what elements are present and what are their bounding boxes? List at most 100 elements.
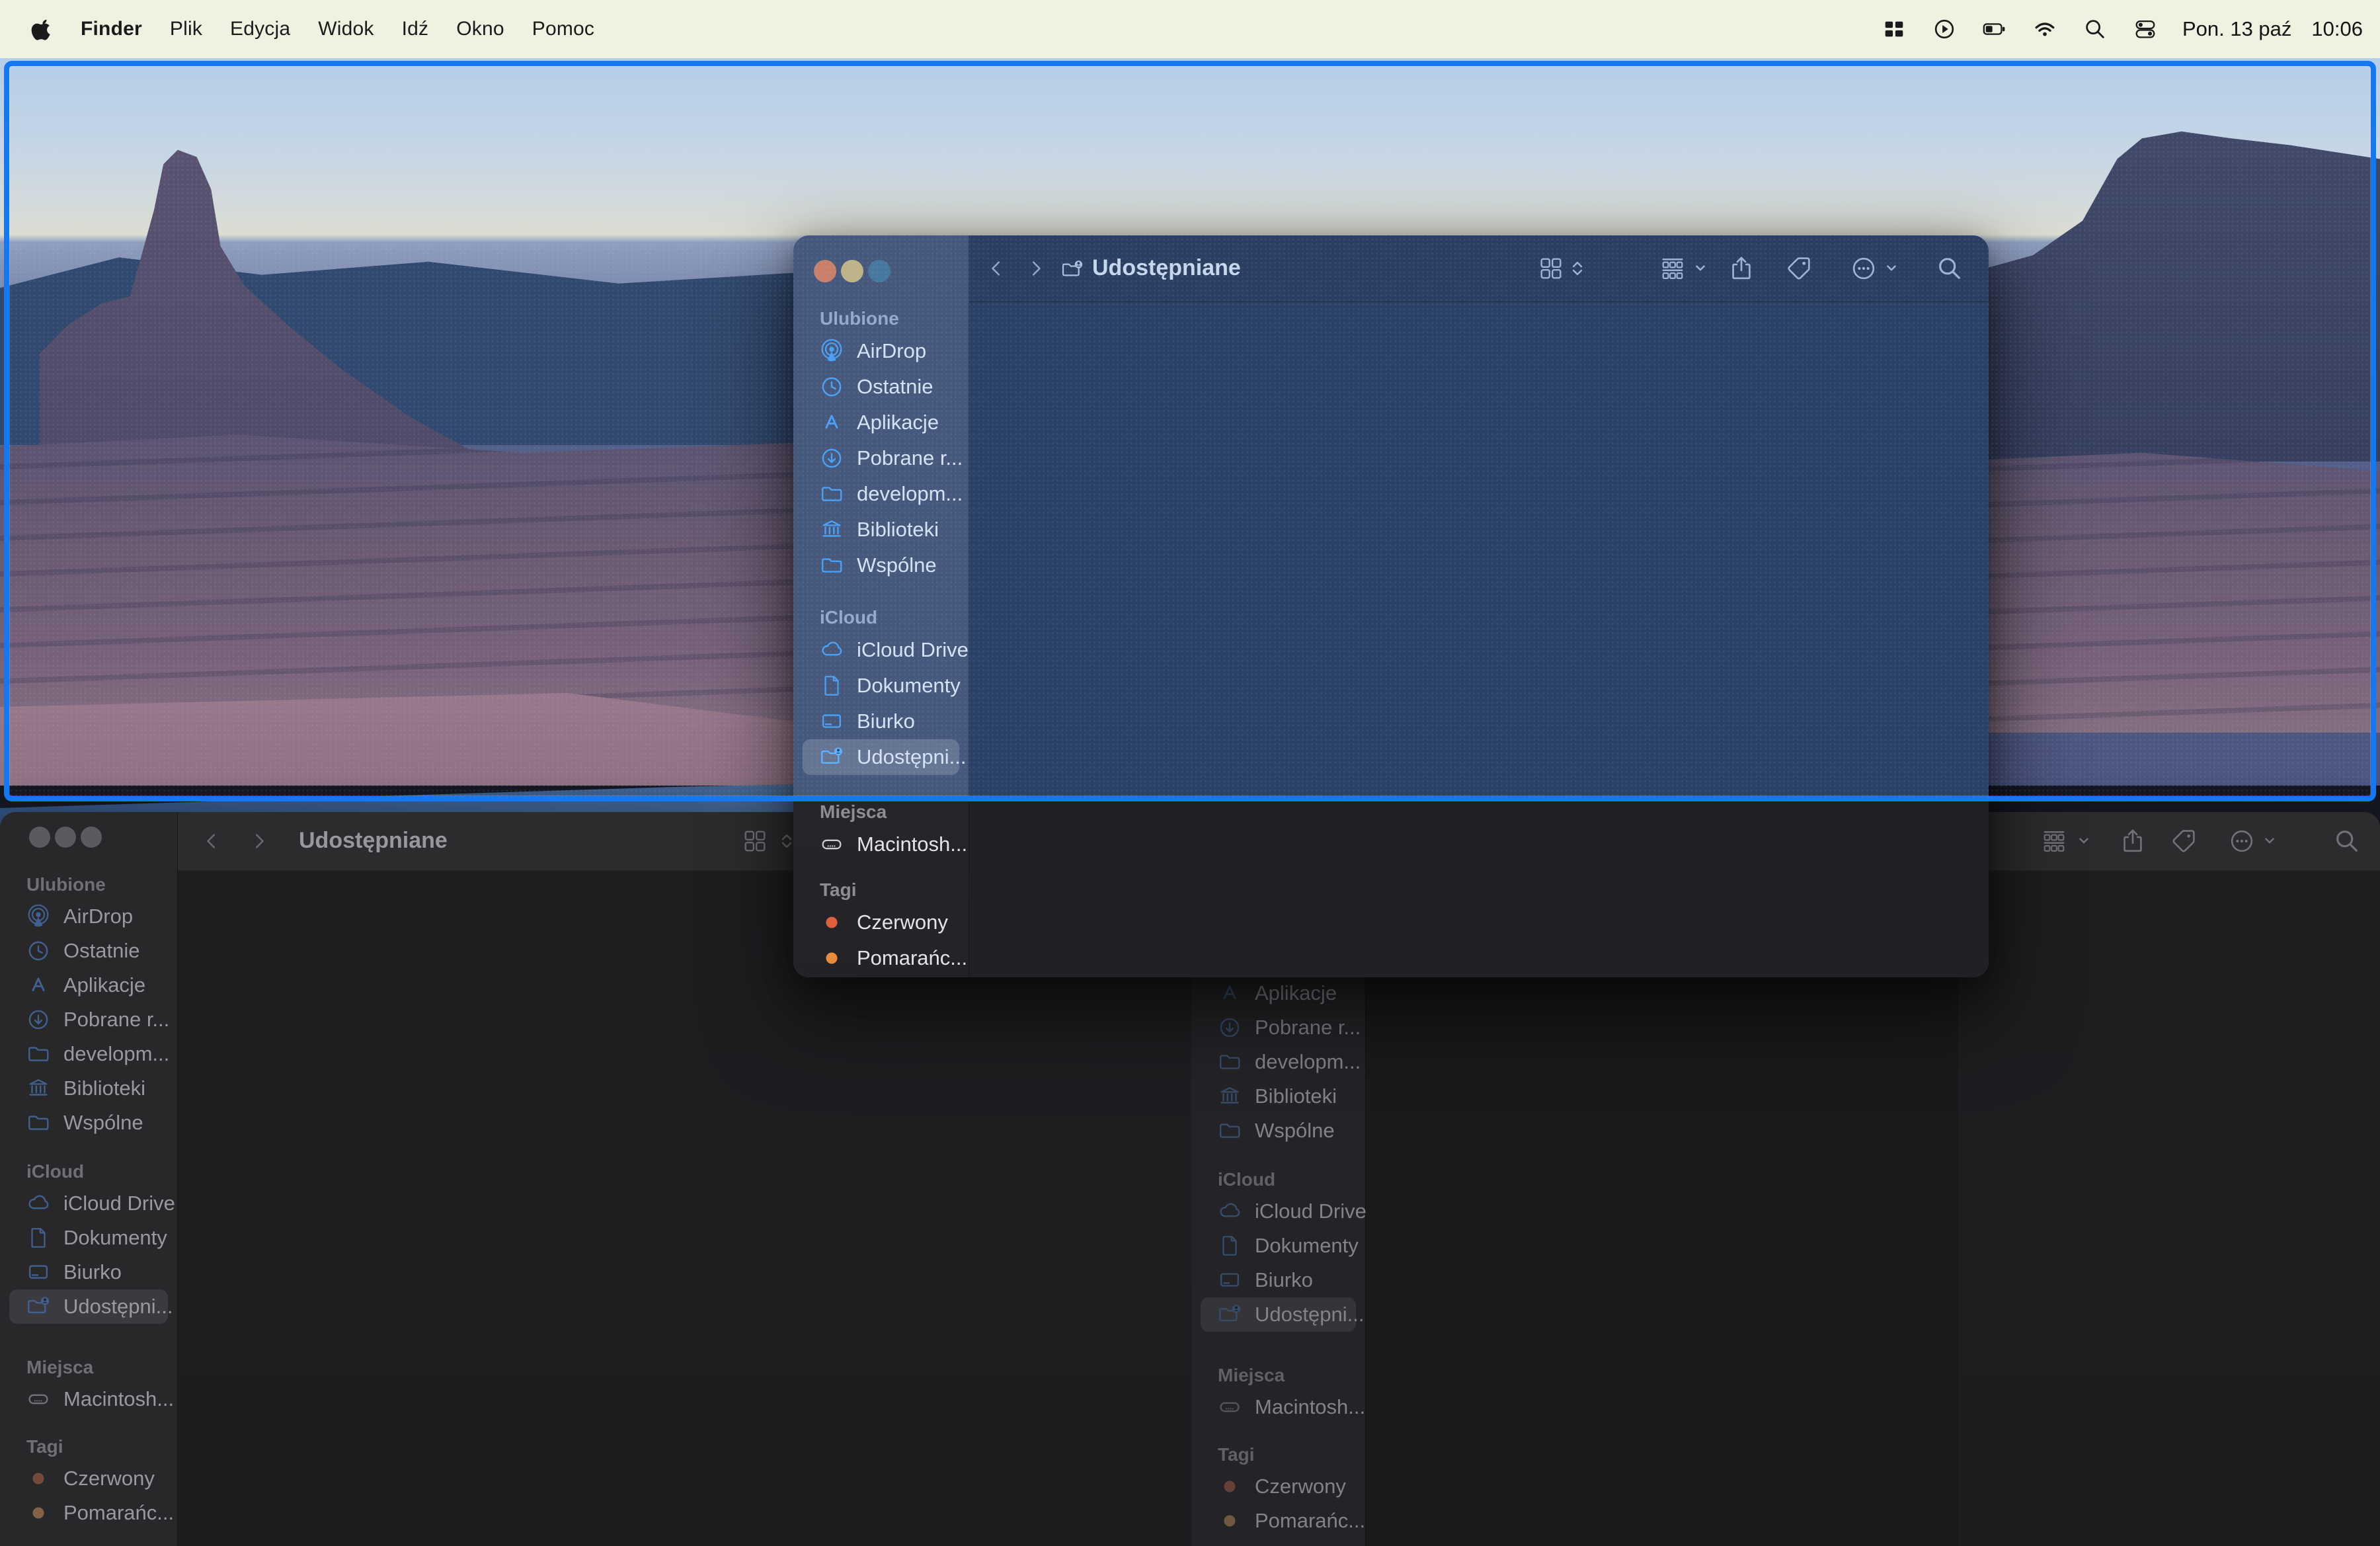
sidebar-item-label: Czerwony	[857, 911, 948, 934]
sidebar-item-icloud-drive[interactable]: iCloud Drive	[9, 1186, 168, 1221]
chevron-down-icon[interactable]	[2255, 827, 2284, 856]
document-icon	[1216, 1233, 1243, 1259]
sidebar-section: MiejscaMacintosh...	[1191, 1332, 1365, 1424]
sidebar-item-label: Macintosh...	[63, 1387, 174, 1411]
sidebar-item-label: Biblioteki	[63, 1077, 145, 1100]
document-icon	[25, 1225, 52, 1251]
group-by-icon[interactable]	[2040, 827, 2069, 856]
sidebar-item-label: Biblioteki	[1255, 1084, 1337, 1108]
desktop-icon	[25, 1259, 52, 1285]
share-icon[interactable]	[2118, 827, 2147, 856]
menu-edycja[interactable]: Edycja	[230, 18, 290, 40]
search-icon[interactable]	[2332, 827, 2361, 856]
control-center-icon[interactable]	[2132, 16, 2159, 42]
sidebar-section: iCloudiCloud DriveDokumentyBiurkoUdostęp…	[1191, 1148, 1365, 1332]
sidebar-item-label: Czerwony	[1255, 1475, 1346, 1498]
search-icon[interactable]	[2082, 16, 2108, 42]
sidebar-item-macintosh[interactable]: Macintosh...	[1201, 1390, 1356, 1424]
sidebar-item-developm[interactable]: developm...	[1201, 1045, 1356, 1079]
play-circle-icon[interactable]	[1931, 16, 1958, 42]
minimize-button[interactable]	[55, 827, 76, 848]
apple-menu[interactable]	[29, 16, 56, 42]
menu-okno[interactable]: Okno	[456, 18, 504, 40]
airdrop-icon	[25, 903, 52, 930]
sidebar-item-ostatnie[interactable]: Ostatnie	[9, 934, 168, 968]
forward-chevron-icon[interactable]	[245, 827, 274, 856]
sidebar-item-pomarańc[interactable]: Pomarańc...	[1201, 1504, 1356, 1538]
dot-icon	[25, 1465, 52, 1492]
sidebar-item-icloud-drive[interactable]: iCloud Drive	[1201, 1194, 1356, 1229]
dot-icon	[1216, 1473, 1243, 1500]
shared-folder-icon	[1216, 1301, 1243, 1328]
app-grid-icon[interactable]	[1881, 16, 1907, 42]
clock-icon	[25, 938, 52, 964]
view-grid-icon[interactable]	[740, 827, 770, 856]
sidebar-item-wspólne[interactable]: Wspólne	[1201, 1114, 1356, 1148]
sidebar-item-pobrane-r[interactable]: Pobrane r...	[1201, 1010, 1356, 1045]
sidebar-item-label: Udostępni...	[1255, 1303, 1364, 1326]
sidebar-item-label: Dokumenty	[63, 1226, 167, 1250]
sidebar-item-czerwony[interactable]: Czerwony	[1201, 1469, 1356, 1504]
sidebar-item-czerwony[interactable]: Czerwony	[9, 1461, 168, 1496]
menu-pomoc[interactable]: Pomoc	[532, 18, 594, 40]
sidebar-section-header: Tagi	[1191, 1440, 1365, 1469]
cloud-icon	[1216, 1198, 1243, 1225]
sidebar-item-macintosh[interactable]: Macintosh...	[9, 1382, 168, 1416]
menu-widok[interactable]: Widok	[318, 18, 374, 40]
sidebar-item-label: Ostatnie	[63, 939, 139, 963]
chevron-down-icon[interactable]	[2069, 827, 2098, 856]
appstore-icon	[25, 972, 52, 998]
menu-finder[interactable]: Finder	[81, 18, 142, 40]
sidebar-item-label: Pobrane r...	[1255, 1016, 1361, 1039]
folder-icon	[25, 1041, 52, 1067]
more-circle-icon[interactable]	[2227, 827, 2256, 856]
menu-bar: Finder Plik Edycja Widok Idź Okno Pomoc …	[0, 0, 2380, 58]
wifi-icon[interactable]	[2032, 16, 2058, 42]
sidebar-item-label: Wspólne	[1255, 1119, 1335, 1143]
back-chevron-icon[interactable]	[197, 827, 226, 856]
sidebar-section-header: Tagi	[0, 1432, 177, 1461]
tag-icon[interactable]	[2169, 827, 2198, 856]
sidebar-section-header: Tagi	[793, 875, 969, 905]
sidebar-item-aplikacje[interactable]: Aplikacje	[1201, 976, 1356, 1010]
sidebar-item-developm[interactable]: developm...	[9, 1037, 168, 1071]
sidebar-item-aplikacje[interactable]: Aplikacje	[9, 968, 168, 1002]
traffic-lights	[29, 827, 102, 848]
menu-plik[interactable]: Plik	[170, 18, 202, 40]
library-icon	[1216, 1083, 1243, 1110]
sidebar-item-biblioteki[interactable]: Biblioteki	[1201, 1079, 1356, 1114]
folder-icon	[1216, 1118, 1243, 1144]
sidebar-item-label: Czerwony	[63, 1467, 155, 1490]
sidebar-item-czerwony[interactable]: Czerwony	[803, 905, 959, 940]
dot-icon	[1216, 1508, 1243, 1534]
dot-icon	[25, 1500, 52, 1526]
shared-folder-icon	[25, 1293, 52, 1320]
sidebar-item-dokumenty[interactable]: Dokumenty	[1201, 1229, 1356, 1263]
sidebar-item-label: iCloud Drive	[1255, 1200, 1367, 1223]
sidebar-item-pomarańc[interactable]: Pomarańc...	[803, 940, 959, 976]
sidebar-item-pomarańc[interactable]: Pomarańc...	[9, 1496, 168, 1530]
sidebar-item-pobrane-r[interactable]: Pobrane r...	[9, 1002, 168, 1037]
sidebar-item-biblioteki[interactable]: Biblioteki	[9, 1071, 168, 1106]
menu-clock[interactable]: 10:06	[2311, 17, 2363, 41]
sidebar-item-biurko[interactable]: Biurko	[1201, 1263, 1356, 1297]
menu-date[interactable]: Pon. 13 paź	[2182, 17, 2291, 41]
sidebar-section: iCloudiCloud Drive Dokumenty BiurkoUdostęp…	[0, 1140, 177, 1324]
sidebar-item-dokumenty[interactable]: Dokumenty	[9, 1221, 168, 1255]
sidebar-item-airdrop[interactable]: AirDrop	[9, 899, 168, 934]
sidebar-item-wspólne[interactable]: Wspólne	[9, 1106, 168, 1140]
zoom-button[interactable]	[81, 827, 102, 848]
battery-icon[interactable]	[1981, 16, 2008, 42]
harddrive-icon	[25, 1386, 52, 1412]
download-icon	[25, 1006, 52, 1033]
close-button[interactable]	[29, 827, 50, 848]
sidebar-item-biurko[interactable]: Biurko	[9, 1255, 168, 1289]
sidebar-item-udostępni[interactable]: Udostępni...	[9, 1289, 168, 1324]
menu-idz[interactable]: Idź	[402, 18, 429, 40]
sidebar-section: MiejscaMacintosh...	[0, 1324, 177, 1416]
sidebar-item-label: Aplikacje	[1255, 981, 1337, 1005]
sidebar-item-label: developm...	[63, 1042, 169, 1066]
sidebar-section-header: iCloud	[0, 1157, 177, 1186]
sidebar-item-udostępni[interactable]: Udostępni...	[1201, 1297, 1356, 1332]
sidebar-item-macintosh[interactable]: Macintosh...	[803, 827, 959, 862]
